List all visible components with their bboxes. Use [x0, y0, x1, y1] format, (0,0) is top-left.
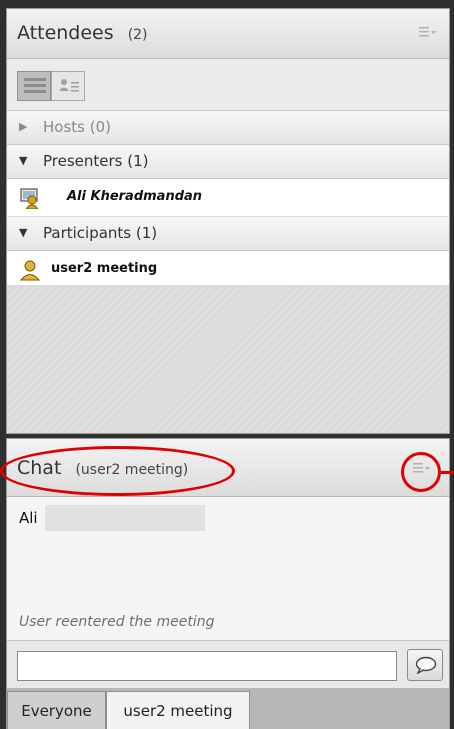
presenter-icon	[20, 188, 39, 209]
menu-icon[interactable]	[413, 462, 431, 474]
hosts-label: Hosts (0)	[43, 118, 111, 136]
presenter-name: Ali Kheradmandan	[67, 189, 203, 204]
chat-input[interactable]	[17, 651, 397, 681]
view-toolbar	[7, 59, 449, 111]
chat-title: Chat (user2 meeting)	[17, 457, 188, 479]
participant-name: user2 meeting	[51, 261, 158, 276]
app-frame: Attendees (2) ▶ Hosts (0) ▼ Presenters (…	[0, 0, 454, 729]
attendees-pod: Attendees (2) ▶ Hosts (0) ▼ Presenters (…	[6, 8, 450, 434]
chat-title-text: Chat	[17, 457, 62, 479]
tab-user2-meeting[interactable]: user2 meeting	[106, 691, 250, 729]
chat-tabs: Everyone user2 meeting	[7, 689, 449, 729]
message-sender: Ali	[19, 509, 38, 527]
collapse-arrow-icon: ▶	[19, 120, 28, 133]
send-button[interactable]	[407, 649, 443, 681]
empty-attendee-area	[7, 285, 449, 433]
detail-view-icon	[59, 79, 79, 92]
detail-view-button[interactable]	[51, 71, 85, 101]
presenters-section-header[interactable]: ▼ Presenters (1)	[7, 145, 449, 179]
expand-arrow-icon: ▼	[19, 226, 28, 239]
redacted-message	[45, 505, 205, 531]
presenters-label: Presenters (1)	[43, 152, 149, 170]
list-view-icon	[24, 78, 46, 93]
attendees-count: (2)	[127, 27, 148, 43]
list-view-button[interactable]	[17, 71, 51, 101]
attendees-header: Attendees (2)	[7, 9, 449, 59]
participants-label: Participants (1)	[43, 224, 158, 242]
speech-bubble-icon	[415, 656, 437, 674]
chat-composer	[7, 641, 449, 689]
chat-messages[interactable]: Ali User reentered the meeting	[7, 497, 449, 641]
participant-row[interactable]: user2 meeting	[7, 251, 449, 289]
participants-section-header[interactable]: ▼ Participants (1)	[7, 217, 449, 251]
expand-arrow-icon: ▼	[19, 154, 28, 167]
hosts-section-header[interactable]: ▶ Hosts (0)	[7, 111, 449, 145]
chat-subtitle: (user2 meeting)	[75, 462, 189, 478]
attendees-title: Attendees (2)	[17, 22, 148, 44]
system-message: User reentered the meeting	[19, 614, 215, 630]
presenter-row[interactable]: Ali Kheradmandan	[7, 179, 449, 217]
tab-everyone[interactable]: Everyone	[7, 691, 106, 729]
attendees-title-text: Attendees	[17, 22, 114, 44]
menu-icon[interactable]	[419, 26, 437, 38]
chat-header: Chat (user2 meeting)	[7, 439, 449, 497]
chat-pod: Chat (user2 meeting) Ali User reentered …	[6, 438, 450, 729]
participant-icon	[19, 260, 41, 281]
